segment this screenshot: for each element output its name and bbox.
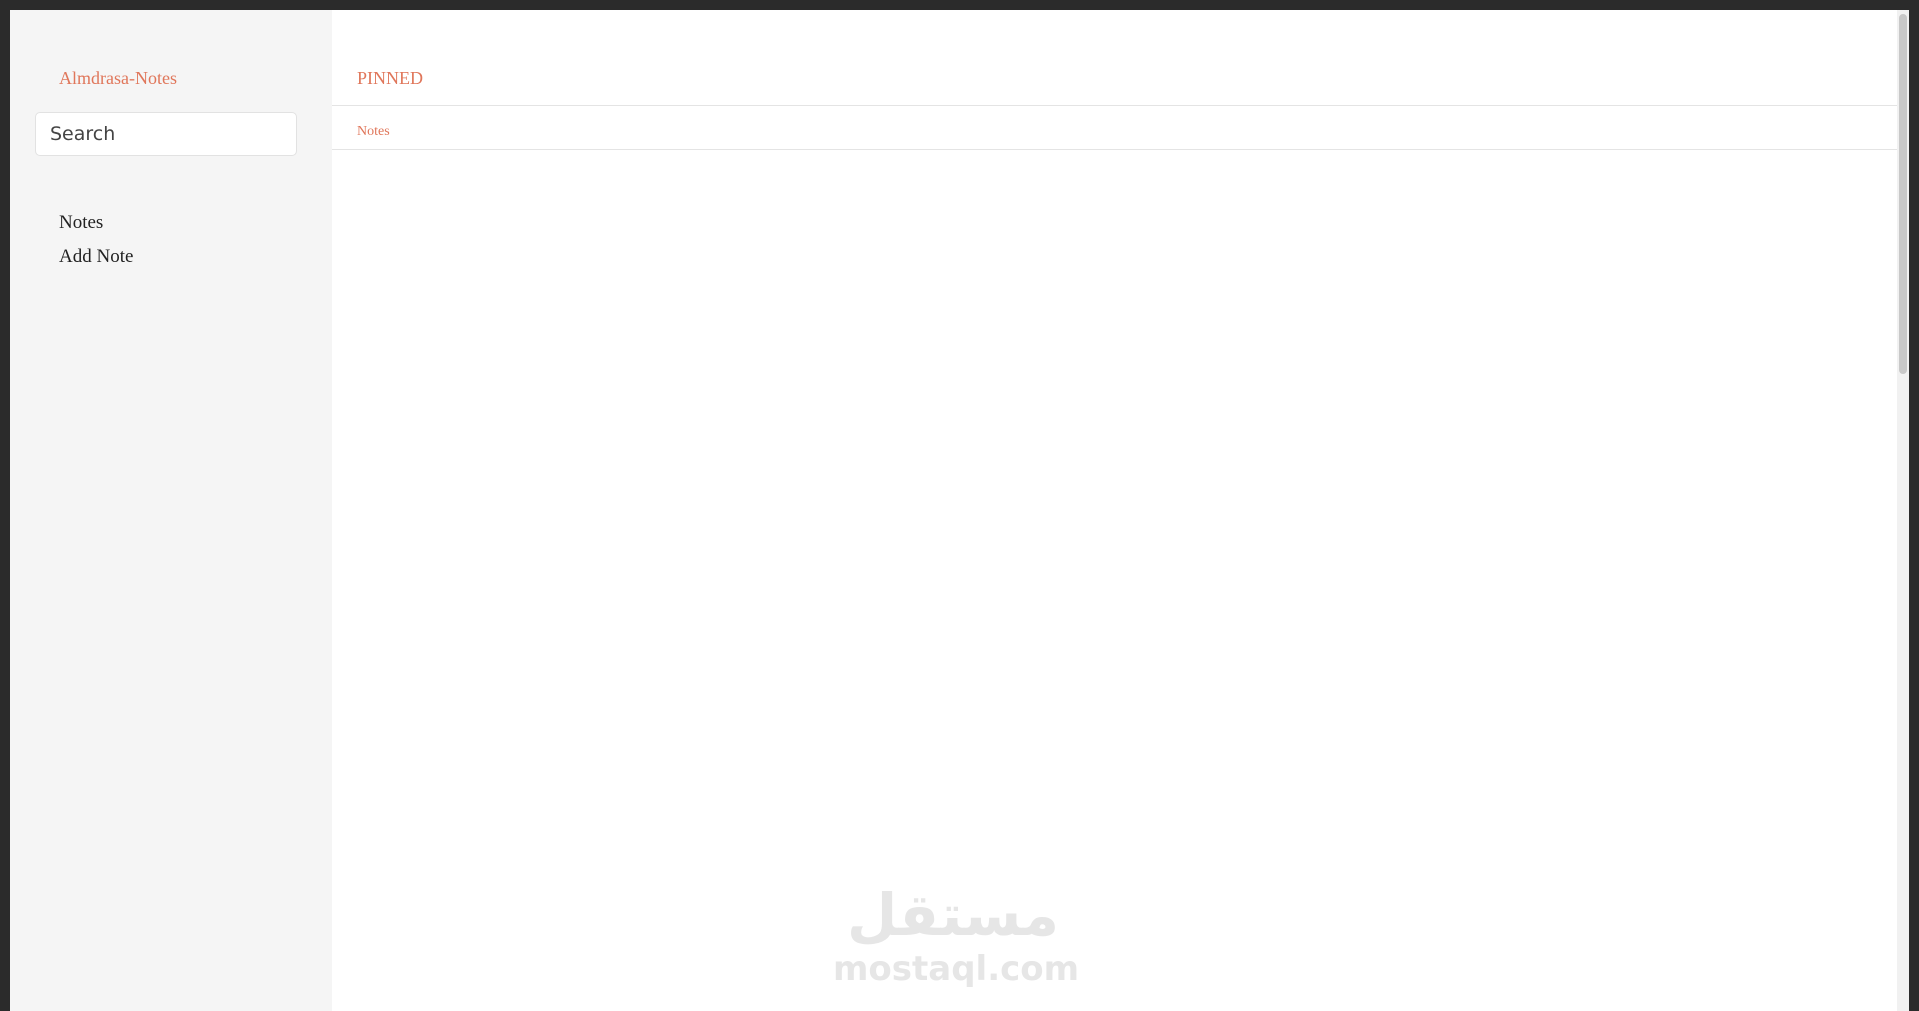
search-input[interactable] — [35, 112, 297, 156]
sidebar-item-add-note[interactable]: Add Note — [59, 240, 133, 274]
pinned-section-title: PINNED — [357, 68, 423, 88]
notes-section-header: Notes — [332, 106, 1897, 150]
app-window: Almdrasa-Notes Notes Add Note PINNED Not… — [10, 10, 1909, 1011]
scrollbar-thumb[interactable] — [1899, 14, 1907, 374]
notes-section-title: Notes — [357, 124, 390, 139]
vertical-scrollbar[interactable] — [1897, 10, 1909, 1011]
sidebar-item-notes[interactable]: Notes — [59, 206, 133, 240]
pinned-section-header: PINNED — [332, 10, 1897, 106]
main-content: PINNED Notes — [332, 10, 1909, 1011]
app-brand-link[interactable]: Almdrasa-Notes — [59, 68, 177, 89]
sidebar: Almdrasa-Notes Notes Add Note — [10, 10, 332, 1011]
sidebar-nav: Notes Add Note — [59, 206, 133, 274]
